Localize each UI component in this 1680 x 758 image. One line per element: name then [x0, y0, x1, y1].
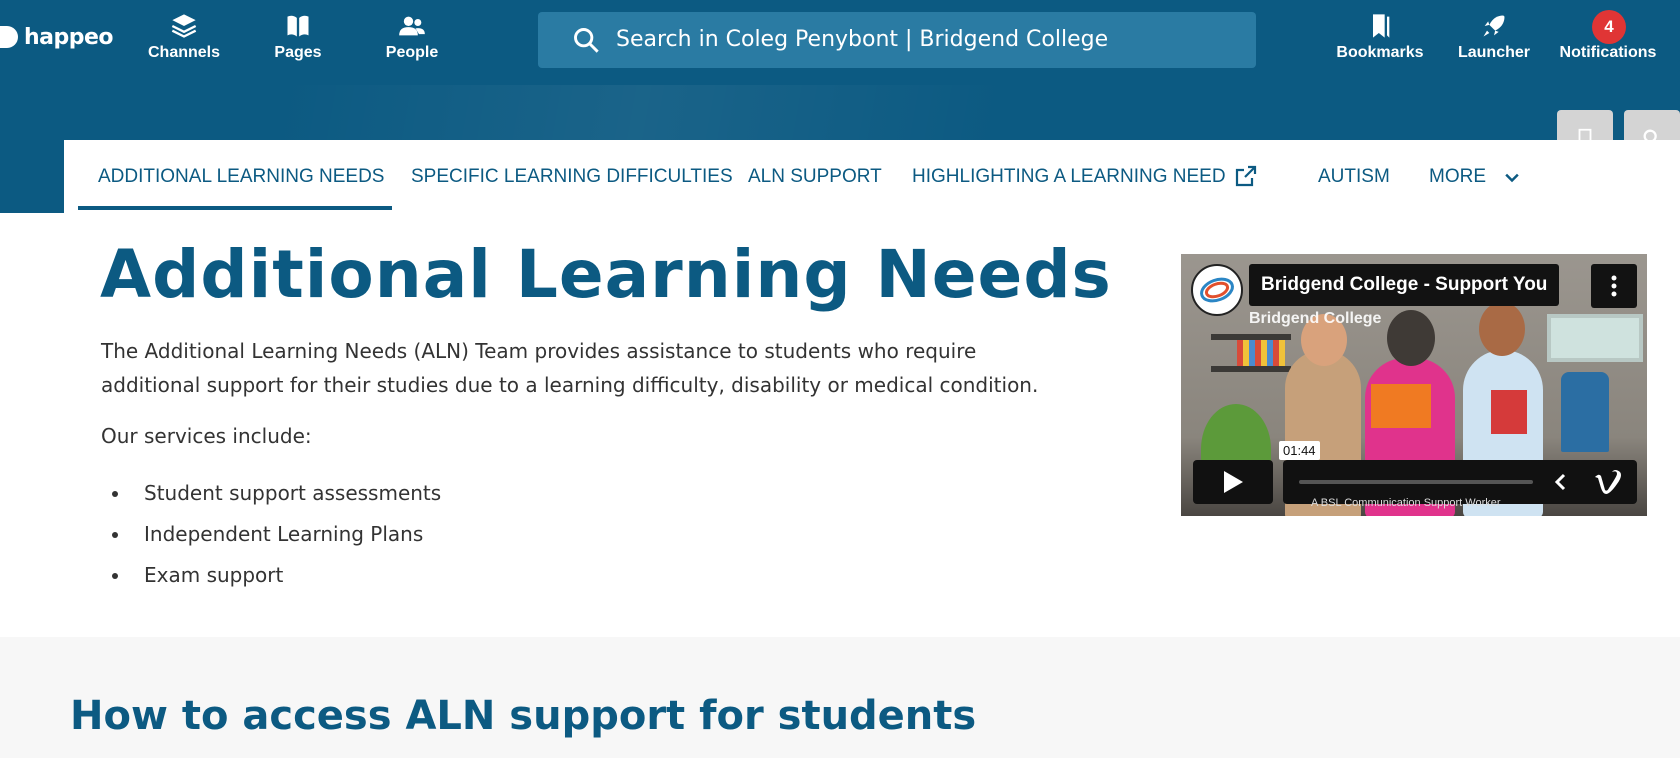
chevron-down-icon[interactable] [1502, 168, 1522, 188]
services-list: Student support assessments Independent … [101, 476, 441, 599]
nav-launcher[interactable]: Launcher [1444, 12, 1544, 62]
video-channel-name[interactable]: Bridgend College [1249, 310, 1381, 328]
notification-badge[interactable]: 4 [1592, 10, 1626, 44]
search-icon [574, 28, 599, 53]
folder-illustration [1491, 390, 1527, 434]
section-heading: How to access ALN support for students [70, 693, 977, 739]
play-button[interactable] [1193, 460, 1273, 504]
tab-aln-support[interactable]: ALN SUPPORT [748, 166, 882, 188]
tab-specific-learning-difficulties[interactable]: SPECIFIC LEARNING DIFFICULTIES [411, 166, 733, 188]
nav-bookmarks[interactable]: Bookmarks [1330, 12, 1430, 62]
window-illustration [1547, 314, 1643, 362]
tab-highlighting-a-learning-need[interactable]: HIGHLIGHTING A LEARNING NEED [912, 166, 1226, 188]
page-tabs: ADDITIONAL LEARNING NEEDS SPECIFIC LEARN… [64, 140, 1680, 213]
nav-channels[interactable]: Channels [134, 12, 234, 62]
happeo-logo[interactable]: happeo [0, 22, 114, 52]
search-input[interactable]: Search in Coleg Penybont | Bridgend Coll… [538, 12, 1256, 68]
banner-decoration [280, 85, 1180, 145]
person-head-illustration [1387, 310, 1435, 366]
people-icon [399, 16, 425, 36]
shelf-illustration [1211, 366, 1291, 372]
services-label: Our services include: [101, 424, 312, 448]
list-item: Independent Learning Plans [101, 517, 441, 558]
bookmarks-icon [1373, 14, 1390, 38]
more-vertical-icon [1611, 275, 1617, 297]
external-link-icon[interactable] [1234, 164, 1258, 188]
nav-people[interactable]: People [362, 12, 462, 62]
video-player[interactable]: Bridgend College - Support You Bridgend … [1181, 254, 1647, 516]
list-item: Exam support [101, 558, 441, 599]
tab-autism[interactable]: AUTISM [1318, 166, 1390, 188]
video-title[interactable]: Bridgend College - Support You [1249, 264, 1560, 306]
nav-label: People [385, 44, 439, 61]
chevron-left-icon[interactable] [1553, 472, 1567, 492]
vimeo-icon[interactable] [1593, 470, 1623, 496]
chair-illustration [1561, 372, 1609, 452]
books-illustration [1237, 340, 1285, 366]
time-tooltip: 01:44 [1279, 441, 1320, 460]
list-item: Student support assessments [101, 476, 441, 517]
video-menu-button[interactable] [1591, 264, 1637, 308]
nav-label: Bookmarks [1336, 44, 1424, 61]
nav-label: Pages [274, 44, 322, 61]
book-illustration [1371, 384, 1431, 428]
rocket-icon [1483, 15, 1505, 37]
aln-access-section: How to access ALN support for students [0, 637, 1680, 758]
book-icon [287, 15, 309, 37]
swirl-logo-icon [1200, 277, 1234, 303]
person-head-illustration [1479, 302, 1525, 356]
nav-label: Notifications [1559, 44, 1657, 61]
active-tab-indicator [78, 206, 392, 210]
nav-label: Channels [147, 44, 220, 61]
tab-additional-learning-needs[interactable]: ADDITIONAL LEARNING NEEDS [98, 166, 384, 188]
nav-label: Launcher [1457, 44, 1530, 61]
page-title: Additional Learning Needs [100, 236, 1112, 313]
logo-mark-icon [0, 26, 18, 48]
video-caption: A BSL Communication Support Worker [1311, 497, 1501, 509]
channel-logo[interactable] [1191, 264, 1243, 316]
nav-pages[interactable]: Pages [248, 12, 348, 62]
logo-text: happeo [24, 24, 114, 50]
top-navigation-bar: happeo Channels Pages People Search in C… [0, 0, 1680, 85]
tab-more[interactable]: MORE [1429, 166, 1486, 188]
search-placeholder: Search in Coleg Penybont | Bridgend Coll… [616, 27, 1109, 52]
intro-paragraph: The Additional Learning Needs (ALN) Team… [101, 339, 1039, 397]
play-icon [1224, 471, 1243, 493]
layers-icon [171, 14, 197, 38]
progress-bar[interactable] [1299, 480, 1533, 484]
